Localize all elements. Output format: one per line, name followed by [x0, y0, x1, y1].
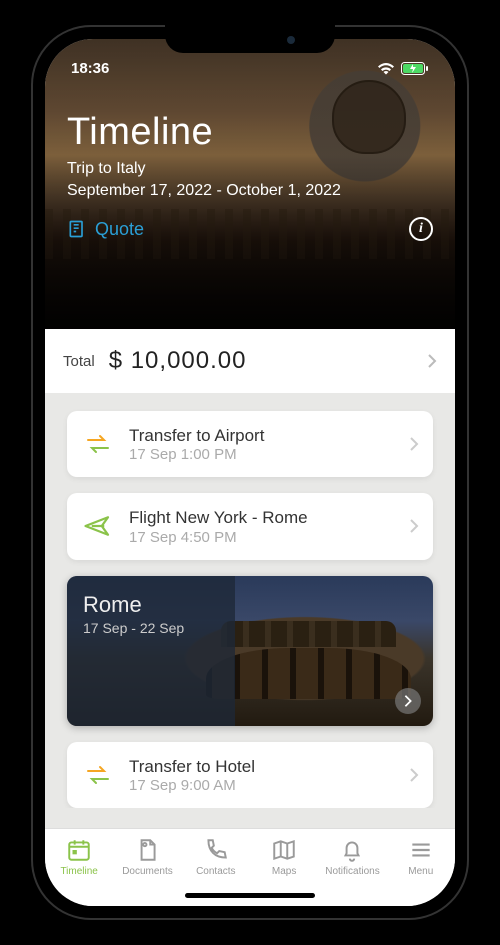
destination-dates: 17 Sep - 22 Sep: [83, 620, 219, 636]
destination-title: Rome: [83, 592, 219, 618]
hero-content: Timeline Trip to Italy September 17, 202…: [45, 83, 455, 201]
tab-maps[interactable]: Maps: [254, 837, 314, 877]
timeline-card-flight[interactable]: Flight New York - Rome 17 Sep 4:50 PM: [67, 493, 433, 559]
screen: 18:36 Timeline Trip to Italy September 1…: [45, 39, 455, 906]
timeline-list: Transfer to Airport 17 Sep 1:00 PM Fligh…: [45, 393, 455, 808]
tab-bar: Timeline Documents Contacts Maps Notific…: [45, 828, 455, 906]
tab-timeline[interactable]: Timeline: [49, 837, 109, 877]
timeline-card-transfer-airport[interactable]: Transfer to Airport 17 Sep 1:00 PM: [67, 411, 433, 477]
phone-icon: [203, 837, 229, 863]
quote-label: Quote: [95, 219, 144, 240]
card-body: Transfer to Hotel 17 Sep 9:00 AM: [129, 756, 395, 794]
info-button[interactable]: i: [409, 217, 433, 241]
bell-icon: [339, 837, 365, 863]
tab-label: Notifications: [325, 866, 379, 877]
card-subtitle: 17 Sep 1:00 PM: [129, 446, 395, 463]
quote-icon: [67, 219, 87, 239]
page-title: Timeline: [67, 111, 433, 154]
card-title: Transfer to Hotel: [129, 756, 395, 777]
phone-frame: 18:36 Timeline Trip to Italy September 1…: [31, 25, 469, 920]
tab-label: Menu: [408, 866, 433, 877]
trip-name: Trip to Italy: [67, 158, 433, 180]
phone-notch: [165, 25, 335, 53]
tab-notifications[interactable]: Notifications: [322, 837, 382, 877]
battery-charging-icon: [401, 62, 429, 75]
tab-label: Timeline: [60, 866, 97, 877]
trip-date-range: September 17, 2022 - October 1, 2022: [67, 180, 433, 202]
tab-label: Maps: [272, 866, 296, 877]
destination-overlay: Rome 17 Sep - 22 Sep: [67, 576, 235, 726]
menu-icon: [408, 837, 434, 863]
chevron-right-icon: [409, 518, 419, 534]
card-title: Transfer to Airport: [129, 425, 395, 446]
tab-label: Contacts: [196, 866, 235, 877]
chevron-right-icon: [409, 436, 419, 452]
destination-chevron: [395, 688, 421, 714]
destination-card-rome[interactable]: Rome 17 Sep - 22 Sep: [67, 576, 433, 726]
tab-contacts[interactable]: Contacts: [186, 837, 246, 877]
hero-header: 18:36 Timeline Trip to Italy September 1…: [45, 39, 455, 329]
hero-actions: Quote i: [45, 201, 455, 255]
documents-icon: [134, 837, 160, 863]
plane-icon: [81, 509, 115, 543]
card-body: Transfer to Airport 17 Sep 1:00 PM: [129, 425, 395, 463]
tab-documents[interactable]: Documents: [117, 837, 177, 877]
chevron-right-icon: [409, 767, 419, 783]
home-indicator[interactable]: [185, 893, 315, 898]
status-time: 18:36: [71, 60, 109, 77]
card-subtitle: 17 Sep 9:00 AM: [129, 777, 395, 794]
transfer-icon: [81, 758, 115, 792]
card-title: Flight New York - Rome: [129, 507, 395, 528]
calendar-icon: [66, 837, 92, 863]
card-subtitle: 17 Sep 4:50 PM: [129, 529, 395, 546]
total-label: Total: [63, 353, 95, 370]
wifi-icon: [377, 62, 395, 75]
card-body: Flight New York - Rome 17 Sep 4:50 PM: [129, 507, 395, 545]
chevron-right-icon: [427, 353, 437, 369]
quote-button[interactable]: Quote: [67, 219, 144, 240]
map-icon: [271, 837, 297, 863]
transfer-icon: [81, 427, 115, 461]
timeline-card-transfer-hotel[interactable]: Transfer to Hotel 17 Sep 9:00 AM: [67, 742, 433, 808]
total-amount: $ 10,000.00: [109, 347, 413, 375]
status-icons: [377, 62, 429, 75]
tab-label: Documents: [122, 866, 173, 877]
tab-menu[interactable]: Menu: [391, 837, 451, 877]
total-row[interactable]: Total $ 10,000.00: [45, 329, 455, 393]
